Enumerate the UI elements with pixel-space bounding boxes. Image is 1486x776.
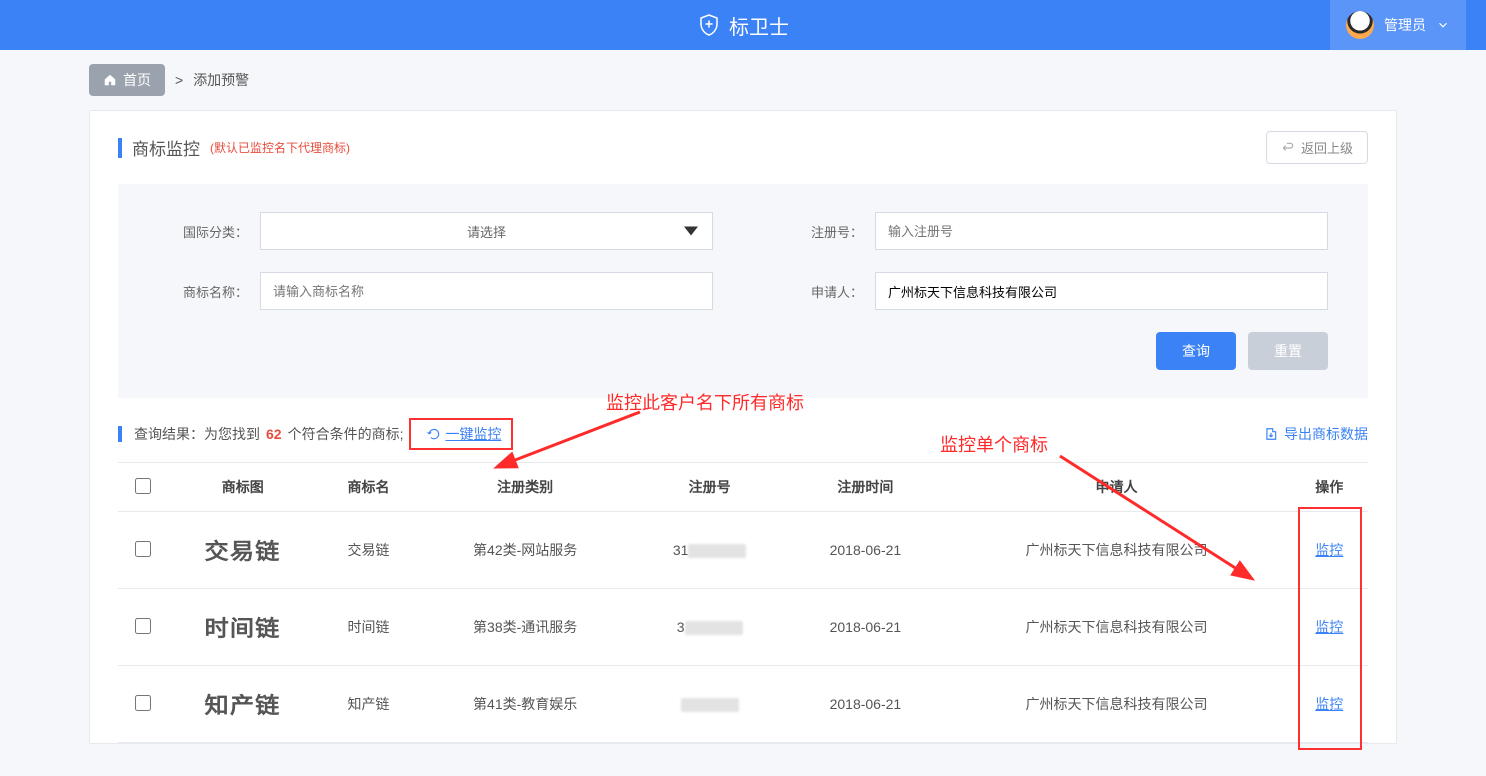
cell-regno: 31 <box>631 512 789 589</box>
col-applicant: 申请人 <box>942 463 1290 512</box>
cell-op: 监控 <box>1291 589 1368 666</box>
cell-applicant: 广州标天下信息科技有限公司 <box>942 512 1290 589</box>
monitor-link[interactable]: 监控 <box>1315 619 1343 635</box>
col-op: 操作 <box>1291 463 1368 512</box>
breadcrumb-home-label: 首页 <box>123 70 151 90</box>
one-click-monitor[interactable]: 一键监控 <box>427 424 501 444</box>
back-button-label: 返回上级 <box>1301 138 1353 157</box>
avatar <box>1346 11 1374 39</box>
select-all-checkbox[interactable] <box>135 478 151 494</box>
col-regtime: 注册时间 <box>788 463 942 512</box>
trademark-image: 时间链 <box>205 611 281 643</box>
intl-class-label: 国际分类： <box>158 222 248 241</box>
shield-icon <box>697 13 721 37</box>
app-logo: 标卫士 <box>697 11 789 40</box>
result-accent <box>118 426 122 442</box>
tm-name-input[interactable] <box>260 272 713 310</box>
return-icon <box>1281 141 1295 155</box>
page-title-note: (默认已监控名下代理商标) <box>210 139 350 156</box>
result-count: 62 <box>266 426 282 442</box>
applicant-label: 申请人： <box>773 282 863 301</box>
breadcrumb-home[interactable]: 首页 <box>89 64 165 96</box>
export-icon <box>1264 427 1278 441</box>
cell-name: 交易链 <box>317 512 419 589</box>
app-name: 标卫士 <box>729 11 789 40</box>
col-name: 商标名 <box>317 463 419 512</box>
row-checkbox[interactable] <box>135 695 151 711</box>
obscured-text <box>688 544 746 558</box>
reg-no-label: 注册号： <box>773 222 863 241</box>
user-label: 管理员 <box>1384 15 1426 35</box>
title-accent <box>118 138 122 158</box>
top-header: 标卫士 管理员 <box>0 0 1486 50</box>
result-prefix: 查询结果：为您找到 <box>134 424 260 444</box>
home-icon <box>103 73 117 87</box>
filter-form: 国际分类： 请选择 注册号： 商标名称： 申请人： <box>118 184 1368 398</box>
cell-class: 第38类-通讯服务 <box>419 589 630 666</box>
back-button[interactable]: 返回上级 <box>1266 131 1368 164</box>
reg-no-input[interactable] <box>875 212 1328 250</box>
cell-applicant: 广州标天下信息科技有限公司 <box>942 589 1290 666</box>
row-checkbox[interactable] <box>135 618 151 634</box>
monitor-link[interactable]: 监控 <box>1315 696 1343 712</box>
main-panel: 商标监控 (默认已监控名下代理商标) 返回上级 国际分类： 请选择 注册号： <box>89 110 1397 744</box>
breadcrumb-current: 添加预警 <box>193 70 249 90</box>
results-table: 商标图 商标名 注册类别 注册号 注册时间 申请人 操作 交易链交易链第42类-… <box>118 462 1368 743</box>
cell-class: 第41类-教育娱乐 <box>419 666 630 743</box>
caret-down-icon <box>684 227 698 236</box>
applicant-input[interactable] <box>875 272 1328 310</box>
query-button[interactable]: 查询 <box>1156 332 1236 370</box>
intl-class-placeholder: 请选择 <box>467 222 506 241</box>
cell-regtime: 2018-06-21 <box>788 589 942 666</box>
cell-regtime: 2018-06-21 <box>788 512 942 589</box>
export-button[interactable]: 导出商标数据 <box>1264 424 1368 444</box>
col-img: 商标图 <box>168 463 317 512</box>
result-suffix: 个符合条件的商标; <box>288 424 404 444</box>
cell-op: 监控 <box>1291 512 1368 589</box>
breadcrumb: 首页 > 添加预警 <box>89 50 1397 110</box>
intl-class-select[interactable]: 请选择 <box>260 212 713 250</box>
cell-class: 第42类-网站服务 <box>419 512 630 589</box>
reset-button[interactable]: 重置 <box>1248 332 1328 370</box>
cell-name: 时间链 <box>317 589 419 666</box>
export-label: 导出商标数据 <box>1284 424 1368 444</box>
one-click-label: 一键监控 <box>445 424 501 444</box>
row-checkbox[interactable] <box>135 541 151 557</box>
cell-name: 知产链 <box>317 666 419 743</box>
chevron-down-icon <box>1436 18 1450 32</box>
user-menu[interactable]: 管理员 <box>1330 0 1466 50</box>
col-regno: 注册号 <box>631 463 789 512</box>
trademark-image: 交易链 <box>205 534 281 566</box>
monitor-link[interactable]: 监控 <box>1315 542 1343 558</box>
obscured-text <box>681 698 739 712</box>
obscured-text <box>685 621 743 635</box>
breadcrumb-sep: > <box>175 72 183 88</box>
table-row: 交易链交易链第42类-网站服务312018-06-21广州标天下信息科技有限公司… <box>118 512 1368 589</box>
cell-regtime: 2018-06-21 <box>788 666 942 743</box>
page-title: 商标监控 <box>132 135 200 160</box>
refresh-icon <box>427 427 441 441</box>
one-click-highlight: 一键监控 <box>409 418 513 450</box>
cell-applicant: 广州标天下信息科技有限公司 <box>942 666 1290 743</box>
table-row: 知产链知产链第41类-教育娱乐2018-06-21广州标天下信息科技有限公司监控 <box>118 666 1368 743</box>
trademark-image: 知产链 <box>205 688 281 720</box>
cell-regno: 3 <box>631 589 789 666</box>
col-class: 注册类别 <box>419 463 630 512</box>
cell-regno <box>631 666 789 743</box>
tm-name-label: 商标名称： <box>158 282 248 301</box>
cell-op: 监控 <box>1291 666 1368 743</box>
table-row: 时间链时间链第38类-通讯服务32018-06-21广州标天下信息科技有限公司监… <box>118 589 1368 666</box>
